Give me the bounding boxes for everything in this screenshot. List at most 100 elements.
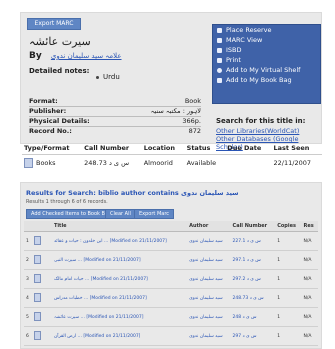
row-title-link[interactable]: ابن خلدون : حیات و عقائد ... [Modified o… xyxy=(51,231,188,251)
book-icon xyxy=(24,158,33,168)
row-copies: 1 xyxy=(275,231,302,251)
record-panel: Export MARC سیرت عائشہ By علامہ سید سلیم… xyxy=(20,12,322,151)
table-row[interactable]: 2 سیرت النبی ... [Modified on 21/11/2007… xyxy=(24,250,318,270)
row-res: N/A xyxy=(301,231,318,251)
results-count: Results 1 through 6 of 6 records. xyxy=(26,199,108,205)
action-place-reserve[interactable]: Place Reserve xyxy=(213,25,320,35)
export-marc-results-button[interactable]: Export Marc xyxy=(134,209,175,219)
worldcat-link[interactable]: Other Libraries(WorldCat) xyxy=(216,127,299,135)
row-title-link[interactable]: سیرت النبی ... [Modified on 21/11/2007] xyxy=(51,250,188,270)
marc-view-icon xyxy=(217,38,222,43)
row-author-link[interactable]: سید سلیمان ندوی xyxy=(187,307,231,327)
action-marc-view[interactable]: MARC View xyxy=(213,35,320,45)
field-value: 872 xyxy=(109,126,201,136)
col-title: Title xyxy=(51,221,188,232)
bullet-icon xyxy=(96,75,99,79)
row-number: 4 xyxy=(24,288,32,308)
action-virtual-shelf[interactable]: Add to My Virtual Shelf xyxy=(213,65,320,75)
row-icon-cell xyxy=(31,231,52,251)
row-res: N/A xyxy=(301,288,318,308)
row-res: N/A xyxy=(301,269,318,289)
search-for-title: Search for this title in: xyxy=(216,117,306,125)
action-label: Add to My Virtual Shelf xyxy=(226,66,301,74)
col-status: Status xyxy=(184,142,226,155)
book-bag-icon xyxy=(217,78,222,83)
field-row: Publisher: لاہور : مکتبہ سنیہ xyxy=(29,106,201,117)
col-last-seen: Last Seen xyxy=(271,142,322,155)
detailed-notes-label: Detailed notes: xyxy=(29,67,90,75)
cell-call-number: 248.73 س ی د xyxy=(84,159,130,167)
row-res: N/A xyxy=(301,326,318,346)
record-fields: Format: Book Publisher: لاہور : مکتبہ سن… xyxy=(29,97,201,136)
action-book-bag[interactable]: Add to My Book Bag xyxy=(213,75,320,85)
results-panel: Results for Search: biblio author contai… xyxy=(20,182,322,349)
results-table: Title Author Call Number Copies Res 1 اب… xyxy=(24,221,318,346)
table-row[interactable]: 6 ارض القرآن ... [Modified on 21/11/2007… xyxy=(24,326,318,346)
actions-menu: Place Reserve MARC View ISBD Print Add t… xyxy=(212,24,321,104)
reserve-icon xyxy=(217,28,222,33)
isbd-icon xyxy=(217,48,222,53)
cell-location: Almoorid xyxy=(143,159,173,167)
results-title: Results for Search: biblio author contai… xyxy=(26,189,239,197)
action-isbd[interactable]: ISBD xyxy=(213,45,320,55)
row-res: N/A xyxy=(301,250,318,270)
table-row[interactable]: 3 حیات امام مالک ... [Modified on 21/11/… xyxy=(24,269,318,289)
table-row[interactable]: 4 خطبات مدراس ... [Modified on 21/11/200… xyxy=(24,288,318,308)
row-title-link[interactable]: ارض القرآن ... [Modified on 21/11/2007] xyxy=(51,326,188,346)
row-number: 2 xyxy=(24,250,32,270)
action-label: ISBD xyxy=(226,46,242,54)
author-line: By علامہ سید سلیمان ندوی xyxy=(29,51,122,61)
row-author-link[interactable]: سید سلیمان ندوی xyxy=(187,326,231,346)
col-author: Author xyxy=(187,221,231,232)
row-copies: 1 xyxy=(275,288,302,308)
row-icon-cell xyxy=(31,326,52,346)
field-row: Physical Details: 366p. xyxy=(29,116,201,127)
row-number: 3 xyxy=(24,269,32,289)
row-title-link[interactable]: سیرت عائشہ ... [Modified on 21/11/2007] xyxy=(51,307,188,327)
col-call-number: Call Number xyxy=(82,142,142,155)
cell-last-seen: 22/11/2007 xyxy=(273,159,311,167)
row-author-link[interactable]: سید سلیمان ندوی xyxy=(187,288,231,308)
book-icon xyxy=(33,330,41,340)
action-print[interactable]: Print xyxy=(213,55,320,65)
export-marc-button[interactable]: Export MARC xyxy=(27,18,81,30)
table-row[interactable]: 5 سیرت عائشہ ... [Modified on 21/11/2007… xyxy=(24,307,318,327)
col-icon xyxy=(31,221,52,232)
field-label: Record No.: xyxy=(29,126,109,136)
row-author-link[interactable]: سید سلیمان ندوی xyxy=(187,250,231,270)
action-label: Add to My Book Bag xyxy=(226,76,292,84)
col-copies: Copies xyxy=(275,221,302,232)
book-icon xyxy=(33,273,41,283)
add-to-book-bag-button[interactable]: Add Checked Items to Book Bag xyxy=(26,209,117,219)
field-row: Record No.: 872 xyxy=(29,126,201,136)
cell-due-date xyxy=(225,155,271,172)
col-due-date: Due Date xyxy=(225,142,272,155)
row-copies: 1 xyxy=(275,307,302,327)
book-icon xyxy=(33,235,41,245)
row-author-link[interactable]: سید سلیمان ندوی xyxy=(187,269,231,289)
row-icon-cell xyxy=(31,307,52,327)
row-copies: 1 xyxy=(275,250,302,270)
row-author-link[interactable]: سید سلیمان ندوی xyxy=(187,231,231,251)
col-select xyxy=(24,221,32,232)
row-call-number: 297.1 س ی د xyxy=(230,250,276,270)
results-header: Title Author Call Number Copies Res xyxy=(24,221,318,232)
row-icon-cell xyxy=(31,288,52,308)
row-call-number: 248 س ی د xyxy=(230,307,276,327)
format-text: Books xyxy=(36,159,56,167)
cell-status: Available xyxy=(186,159,217,167)
row-number: 1 xyxy=(24,231,32,251)
clear-all-button[interactable]: Clear All xyxy=(105,209,136,219)
row-title-link[interactable]: خطبات مدراس ... [Modified on 21/11/2007] xyxy=(51,288,188,308)
row-title-link[interactable]: حیات امام مالک ... [Modified on 21/11/20… xyxy=(51,269,188,289)
row-call-number: 297.2 س ی د xyxy=(230,269,276,289)
print-icon xyxy=(217,58,222,63)
field-row: Format: Book xyxy=(29,97,201,107)
author-link[interactable]: علامہ سید سلیمان ندوی xyxy=(51,52,122,60)
row-icon-cell xyxy=(31,250,52,270)
table-row[interactable]: 1 ابن خلدون : حیات و عقائد ... [Modified… xyxy=(24,231,318,251)
field-value: Book xyxy=(184,97,201,105)
row-number: 6 xyxy=(24,326,32,346)
cell-format: Books xyxy=(22,155,82,172)
holdings-row: Books 248.73 س ی د Almoorid Available 22… xyxy=(22,155,322,172)
